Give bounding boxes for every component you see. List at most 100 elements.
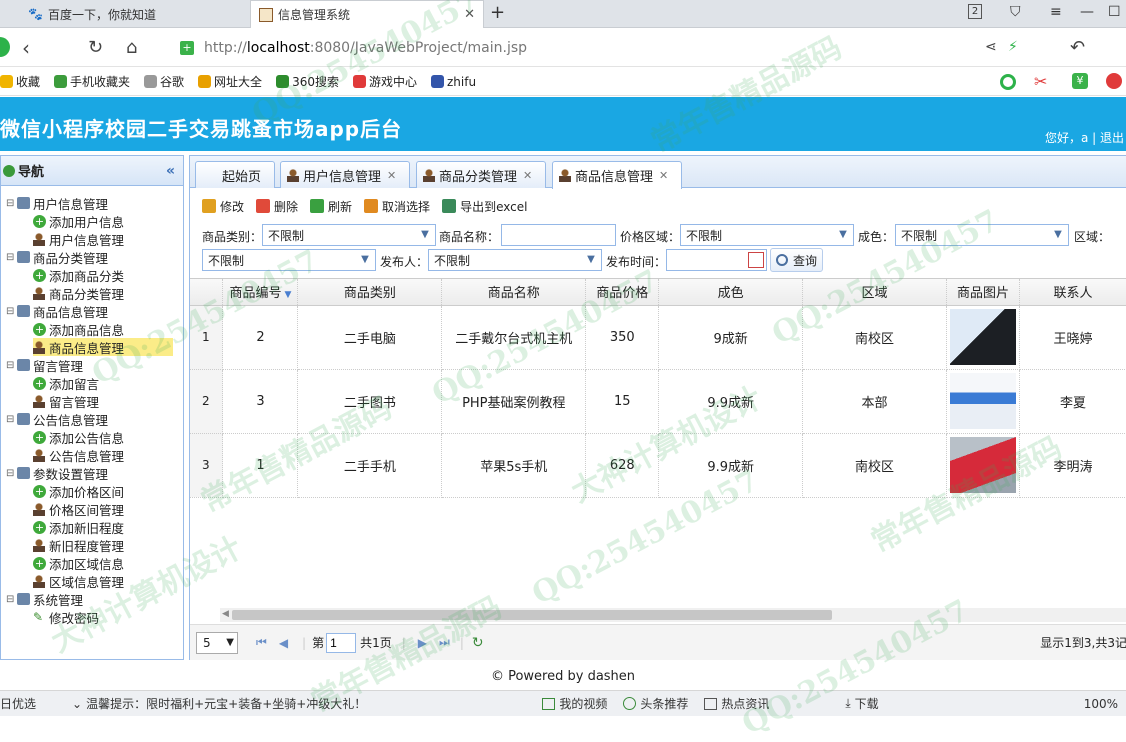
status-hot[interactable]: 热点资讯 xyxy=(704,695,769,712)
status-left[interactable]: 日优选 xyxy=(0,695,36,712)
close-tab-icon[interactable]: ✕ xyxy=(464,7,475,22)
nav-group[interactable]: ⊟公告信息管理 xyxy=(5,410,108,428)
toolbar-button[interactable]: 修改 xyxy=(202,198,244,215)
toolbar-button[interactable]: 导出到excel xyxy=(442,198,527,215)
nav-item[interactable]: +添加商品信息 xyxy=(33,320,124,338)
greeting-logout[interactable]: 您好，a | 退出 xyxy=(1045,129,1124,146)
zoom-level[interactable]: 100% xyxy=(1084,697,1118,711)
query-button[interactable]: 查询 xyxy=(770,248,823,272)
tab-counter-badge[interactable]: 2 xyxy=(968,4,982,19)
table-row[interactable]: 12二手电脑二手戴尔台式机主机3509成新南校区王晓婷 xyxy=(190,305,1126,369)
lightning-icon[interactable]: ⚡ xyxy=(1008,39,1018,55)
column-header[interactable]: 商品价格 xyxy=(586,279,659,305)
prev-page-icon[interactable]: ◀ xyxy=(279,636,288,650)
collapse-toggle-icon[interactable]: ⊟ xyxy=(6,594,14,605)
php-book-image[interactable] xyxy=(950,373,1016,429)
page-number-input[interactable] xyxy=(326,633,356,653)
nav-item[interactable]: ✎修改密码 xyxy=(33,608,99,626)
name-filter-input[interactable] xyxy=(501,224,616,246)
area-filter-select[interactable]: 不限制 ▼ xyxy=(202,249,376,271)
calendar-icon[interactable] xyxy=(748,252,764,268)
undo-icon[interactable]: ↶ xyxy=(1070,37,1085,58)
nav-item[interactable]: 商品信息管理 xyxy=(33,338,173,356)
collapse-icon[interactable]: « xyxy=(166,163,175,179)
first-page-icon[interactable]: ⏮ xyxy=(256,635,267,650)
nav-group[interactable]: ⊟商品信息管理 xyxy=(5,302,108,320)
nav-item[interactable]: +添加用户信息 xyxy=(33,212,124,230)
back-icon[interactable]: ‹ xyxy=(22,36,30,60)
maximize-icon[interactable]: ☐ xyxy=(1108,4,1121,20)
shirt-icon[interactable]: ⛉ xyxy=(1010,4,1021,20)
category-filter-select[interactable]: 不限制 ▼ xyxy=(262,224,436,246)
column-header[interactable]: 成色 xyxy=(659,279,803,305)
nav-item[interactable]: +添加公告信息 xyxy=(33,428,124,446)
nav-item[interactable]: +添加区域信息 xyxy=(33,554,124,572)
bookmark-item[interactable]: 360搜索 xyxy=(276,73,339,90)
table-row[interactable]: 23二手图书PHP基础案例教程159.9成新本部李夏 xyxy=(190,369,1126,433)
nav-item[interactable]: 区域信息管理 xyxy=(33,572,124,590)
toolbar-button[interactable]: 刷新 xyxy=(310,198,352,215)
bookmark-item[interactable]: 手机收藏夹 xyxy=(54,73,130,90)
collapse-toggle-icon[interactable]: ⊟ xyxy=(6,252,14,263)
nav-group[interactable]: ⊟系统管理 xyxy=(5,590,83,608)
nav-item[interactable]: 留言管理 xyxy=(33,392,99,410)
collapse-toggle-icon[interactable]: ⊟ xyxy=(6,360,14,371)
column-header[interactable]: 区域 xyxy=(803,279,947,305)
nav-group[interactable]: ⊟用户信息管理 xyxy=(5,194,108,212)
reload-icon[interactable]: ↻ xyxy=(88,37,103,58)
shield-icon[interactable] xyxy=(1000,74,1016,90)
table-row[interactable]: 31二手手机苹果5s手机6289.9成新南校区李明涛 xyxy=(190,433,1126,497)
nav-group[interactable]: ⊟商品分类管理 xyxy=(5,248,108,266)
close-tab-icon[interactable]: ✕ xyxy=(659,169,668,182)
url-field[interactable]: + http://localhost:8080/JavaWebProject/m… xyxy=(180,36,970,60)
nav-item[interactable]: 商品分类管理 xyxy=(33,284,124,302)
column-header[interactable]: 商品名称 xyxy=(442,279,586,305)
minimize-icon[interactable]: — xyxy=(1080,4,1094,20)
collapse-toggle-icon[interactable]: ⊟ xyxy=(6,198,14,209)
share-icon[interactable]: ⋖ xyxy=(985,39,997,55)
column-header[interactable]: 商品类别 xyxy=(298,279,442,305)
bookmark-item[interactable]: 游戏中心 xyxy=(353,73,417,90)
status-headlines[interactable]: 头条推荐 xyxy=(623,695,688,712)
status-download[interactable]: ⤓ 下载 xyxy=(845,695,878,712)
last-page-icon[interactable]: ⏭ xyxy=(439,635,450,650)
red-phone-image[interactable] xyxy=(950,437,1016,493)
scroll-left-icon[interactable]: ◀ xyxy=(222,609,229,619)
nav-group[interactable]: ⊟参数设置管理 xyxy=(5,464,108,482)
yen-icon[interactable]: ¥ xyxy=(1072,73,1088,89)
scissors-icon[interactable]: ✂ xyxy=(1034,72,1047,91)
content-tab[interactable]: 商品信息管理✕ xyxy=(552,161,682,189)
condition-filter-select[interactable]: 不限制 ▼ xyxy=(895,224,1069,246)
collapse-toggle-icon[interactable]: ⊟ xyxy=(6,306,14,317)
new-tab-icon[interactable]: + xyxy=(490,2,505,23)
nav-item[interactable]: +添加价格区间 xyxy=(33,482,124,500)
toolbar-button[interactable]: 删除 xyxy=(256,198,298,215)
bookmark-item[interactable]: 网址大全 xyxy=(198,73,262,90)
toolbar-button[interactable]: 取消选择 xyxy=(364,198,430,215)
notify-icon[interactable] xyxy=(1106,73,1122,89)
nav-item[interactable]: 公告信息管理 xyxy=(33,446,124,464)
status-tip[interactable]: ⌄ 温馨提示：限时福利+元宝+装备+坐骑+冲级大礼！ xyxy=(72,695,366,712)
bookmark-item[interactable]: zhifu xyxy=(431,75,476,89)
content-tab[interactable]: 起始页 xyxy=(195,161,275,188)
publisher-filter-select[interactable]: 不限制 ▼ xyxy=(428,249,602,271)
column-header[interactable]: 商品图片 xyxy=(947,279,1020,305)
close-tab-icon[interactable]: ✕ xyxy=(523,169,532,182)
nav-item[interactable]: +添加留言 xyxy=(33,374,99,392)
content-tab[interactable]: 用户信息管理✕ xyxy=(280,161,410,188)
nav-item[interactable]: 价格区间管理 xyxy=(33,500,124,518)
browser-tab-baidu[interactable]: 🐾 百度一下，你就知道 xyxy=(20,0,248,28)
scroll-thumb[interactable] xyxy=(232,610,832,620)
refresh-icon[interactable]: ↻ xyxy=(472,635,484,651)
menu-icon[interactable]: ≡ xyxy=(1050,4,1062,20)
collapse-toggle-icon[interactable]: ⊟ xyxy=(6,414,14,425)
price-filter-select[interactable]: 不限制 ▼ xyxy=(680,224,854,246)
content-tab[interactable]: 商品分类管理✕ xyxy=(416,161,546,188)
nav-item[interactable]: +添加新旧程度 xyxy=(33,518,124,536)
column-header[interactable]: 商品编号▼ xyxy=(223,279,298,305)
nav-item[interactable]: +添加商品分类 xyxy=(33,266,124,284)
desktop-pc-image[interactable] xyxy=(950,309,1016,365)
nav-group[interactable]: ⊟留言管理 xyxy=(5,356,83,374)
browser-tab-info[interactable]: 信息管理系统 ✕ xyxy=(250,0,484,28)
column-header[interactable]: 联系人 xyxy=(1020,279,1126,305)
